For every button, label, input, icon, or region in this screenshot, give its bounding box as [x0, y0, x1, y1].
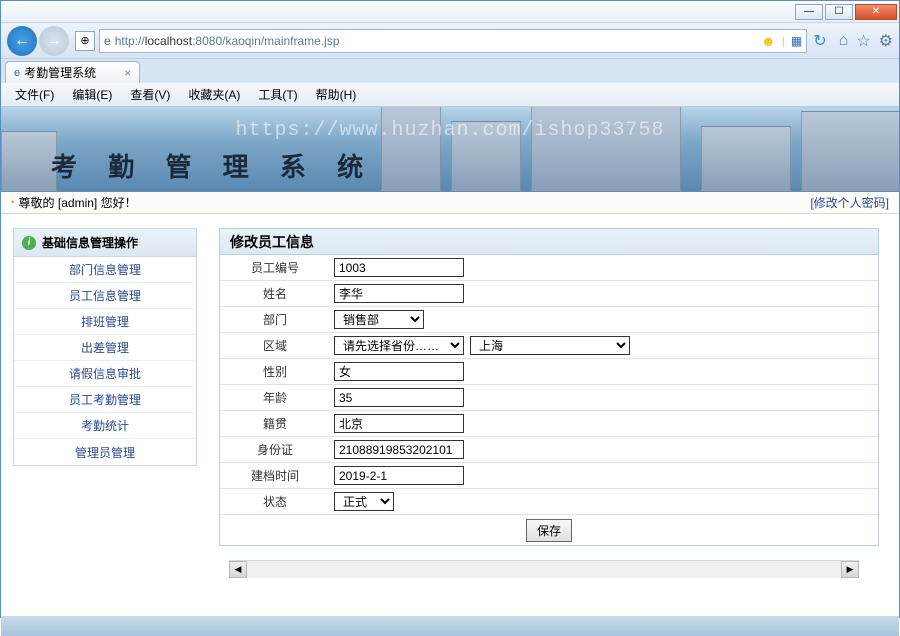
app-banner: https://www.huzhan.com/ishop33758 考 勤 管 …	[1, 107, 899, 192]
settings-icon[interactable]: ⚙	[879, 31, 893, 51]
input-hometown[interactable]	[334, 414, 464, 433]
sidebar-item-leave[interactable]: 请假信息审批	[14, 361, 196, 387]
favorites-icon[interactable]: ☆	[856, 31, 870, 51]
input-age[interactable]	[334, 388, 464, 407]
bullet-icon: ▪	[11, 197, 15, 208]
label-emp-no: 员工编号	[220, 259, 330, 276]
label-age: 年龄	[220, 389, 330, 406]
scroll-left-icon[interactable]: ◀	[229, 561, 247, 578]
tab-title: 考勤管理系统	[24, 64, 96, 81]
menu-favorites[interactable]: 收藏夹(A)	[180, 83, 248, 106]
content-area: 修改员工信息 员工编号 姓名 部门 销售部 区域 请先选择省份…… 上海	[209, 214, 899, 616]
ie-favicon-icon: e	[104, 34, 111, 48]
input-created[interactable]	[334, 466, 464, 485]
browser-navbar: ← → ⊕ e http://localhost:8080/kaoqin/mai…	[1, 23, 899, 59]
menu-view[interactable]: 查看(V)	[122, 83, 178, 106]
form-title: 修改员工信息	[220, 229, 878, 255]
smiley-icon: ☻	[761, 33, 776, 49]
sidebar-item-admin[interactable]: 管理员管理	[14, 439, 196, 465]
label-dept: 部门	[220, 311, 330, 328]
greeting-text: 尊敬的 [admin] 您好！	[19, 194, 137, 211]
label-id-card: 身份证	[220, 441, 330, 458]
menu-bar: 文件(F) 编辑(E) 查看(V) 收藏夹(A) 工具(T) 帮助(H)	[1, 83, 899, 107]
label-created: 建档时间	[220, 467, 330, 484]
sidebar-item-attendance[interactable]: 员工考勤管理	[14, 387, 196, 413]
sidebar-item-travel[interactable]: 出差管理	[14, 335, 196, 361]
label-hometown: 籍贯	[220, 415, 330, 432]
tab-bar: e 考勤管理系统 ×	[1, 59, 899, 83]
horizontal-scrollbar[interactable]: ◀ ▶	[229, 560, 859, 578]
sidebar-item-stats[interactable]: 考勤统计	[14, 413, 196, 439]
input-id-card[interactable]	[334, 440, 464, 459]
input-gender[interactable]	[334, 362, 464, 381]
menu-edit[interactable]: 编辑(E)	[64, 83, 120, 106]
label-region: 区域	[220, 337, 330, 354]
sidebar-item-schedule[interactable]: 排班管理	[14, 309, 196, 335]
sidebar: i 基础信息管理操作 部门信息管理 员工信息管理 排班管理 出差管理 请假信息审…	[1, 214, 209, 616]
change-password-link[interactable]: [修改个人密码]	[810, 194, 889, 211]
select-dept[interactable]: 销售部	[334, 310, 424, 329]
app-title: 考 勤 管 理 系 统	[51, 147, 375, 184]
scroll-right-icon[interactable]: ▶	[841, 561, 859, 578]
menu-tools[interactable]: 工具(T)	[250, 83, 305, 106]
maximize-button[interactable]: ☐	[825, 4, 853, 20]
info-icon: i	[22, 236, 36, 250]
input-name[interactable]	[334, 284, 464, 303]
label-status: 状态	[220, 493, 330, 510]
employee-form: 修改员工信息 员工编号 姓名 部门 销售部 区域 请先选择省份…… 上海	[219, 228, 879, 546]
save-button[interactable]: 保存	[526, 519, 572, 542]
main-content: i 基础信息管理操作 部门信息管理 员工信息管理 排班管理 出差管理 请假信息审…	[1, 214, 899, 616]
footer-gradient	[1, 616, 899, 636]
sidebar-item-employee[interactable]: 员工信息管理	[14, 283, 196, 309]
refresh-icon[interactable]: ↻	[813, 31, 826, 51]
watermark-text: https://www.huzhan.com/ishop33758	[235, 119, 664, 142]
sidebar-header-label: 基础信息管理操作	[42, 234, 138, 251]
greeting-bar: ▪ 尊敬的 [admin] 您好！ [修改个人密码]	[1, 192, 899, 214]
label-name: 姓名	[220, 285, 330, 302]
close-button[interactable]: ✕	[855, 4, 897, 20]
home-icon[interactable]: ⌂	[839, 32, 849, 50]
forward-button[interactable]: →	[39, 26, 69, 56]
security-shield-icon[interactable]: ⊕	[75, 31, 95, 51]
sidebar-item-dept[interactable]: 部门信息管理	[14, 257, 196, 283]
label-gender: 性别	[220, 363, 330, 380]
select-province[interactable]: 请先选择省份……	[334, 336, 464, 355]
window-titlebar: — ☐ ✕	[1, 1, 899, 23]
select-status[interactable]: 正式	[334, 492, 394, 511]
ie-favicon-icon: e	[14, 67, 20, 79]
browser-tab[interactable]: e 考勤管理系统 ×	[5, 61, 140, 83]
compat-icon[interactable]: ▦	[791, 34, 802, 48]
menu-help[interactable]: 帮助(H)	[308, 83, 365, 106]
back-button[interactable]: ←	[7, 26, 37, 56]
select-city[interactable]: 上海	[470, 336, 630, 355]
url-text: http://localhost:8080/kaoqin/mainframe.j…	[115, 34, 761, 48]
address-bar[interactable]: e http://localhost:8080/kaoqin/mainframe…	[99, 29, 807, 53]
menu-file[interactable]: 文件(F)	[7, 83, 62, 106]
minimize-button[interactable]: —	[795, 4, 823, 20]
sidebar-header: i 基础信息管理操作	[14, 229, 196, 257]
tab-close-icon[interactable]: ×	[124, 66, 131, 80]
input-emp-no[interactable]	[334, 258, 464, 277]
